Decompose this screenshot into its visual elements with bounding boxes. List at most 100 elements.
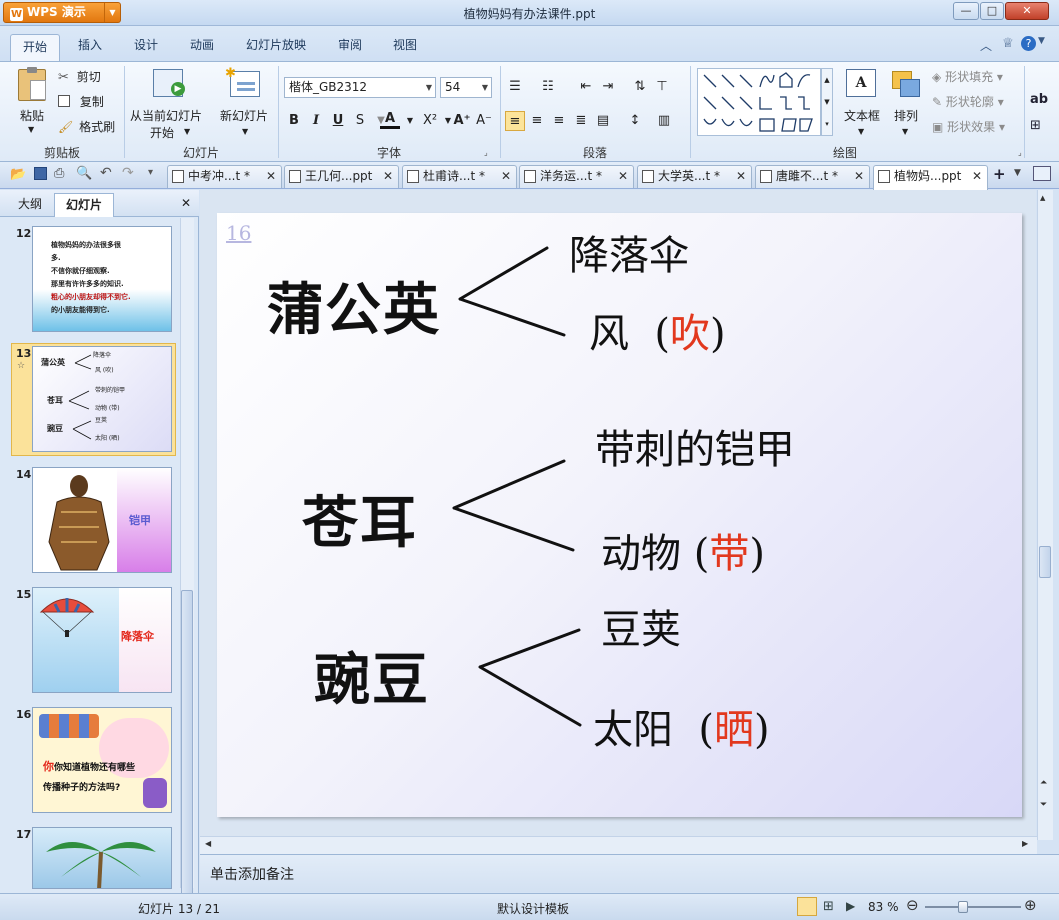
close-button[interactable]: ✕ bbox=[1005, 2, 1049, 20]
tab-home[interactable]: 开始 bbox=[10, 34, 60, 62]
collapse-ribbon-icon[interactable]: ︿ bbox=[980, 37, 992, 54]
horizontal-scrollbar[interactable]: ◀ ▶ bbox=[200, 836, 1037, 854]
window-layout-icon[interactable] bbox=[1033, 166, 1051, 181]
plant-name-dandelion[interactable]: 蒲公英 bbox=[267, 265, 441, 346]
doc-tab[interactable]: 唐雎不...t * ✕ bbox=[755, 165, 870, 188]
vertical-scrollbar[interactable]: ▲ ⏶ ⏷ bbox=[1037, 190, 1053, 840]
skin-icon[interactable]: ♕ bbox=[1002, 36, 1014, 51]
columns-icon[interactable]: ▥ bbox=[654, 111, 674, 131]
doc-tab[interactable]: 杜甫诗...t * ✕ bbox=[402, 165, 517, 188]
zoom-in-icon[interactable]: ⊕ bbox=[1024, 896, 1037, 914]
align-left-button[interactable]: ≡ bbox=[505, 111, 525, 131]
decrease-indent-icon[interactable]: ⇤ bbox=[576, 77, 596, 97]
slide-thumbnail[interactable]: 植物妈妈的办法很多很 多. 不信你就仔细观察. 那里有许许多多的知识. 粗心的小… bbox=[32, 226, 172, 332]
close-icon[interactable]: ✕ bbox=[383, 166, 393, 187]
zoom-slider[interactable] bbox=[925, 906, 1021, 908]
tab-review[interactable]: 审阅 bbox=[338, 36, 362, 53]
italic-button[interactable]: I bbox=[306, 111, 326, 131]
undo-icon[interactable]: ↶ bbox=[100, 165, 112, 181]
close-icon[interactable]: ✕ bbox=[736, 166, 746, 187]
font-name-combo[interactable]: 楷体_GB2312 ▼ bbox=[284, 77, 436, 98]
print-icon[interactable]: ⎙ bbox=[54, 166, 64, 181]
scrollbar-thumb[interactable] bbox=[181, 590, 193, 920]
shape-outline-button[interactable]: ✎ 形状轮廓 ▾ bbox=[932, 93, 1004, 110]
font-color-button[interactable]: A bbox=[380, 109, 400, 129]
method-item[interactable]: 动物 (带) bbox=[601, 521, 765, 579]
notes-placeholder[interactable]: 单击添加备注 bbox=[210, 864, 294, 884]
align-center-button[interactable]: ≡ bbox=[527, 111, 547, 131]
numbering-icon[interactable]: ☷ bbox=[538, 77, 558, 97]
method-item[interactable]: 降落伞 bbox=[569, 223, 689, 281]
customize-toolbar-icon[interactable]: ▾ bbox=[148, 167, 153, 178]
copy-button[interactable]: 复制 bbox=[58, 93, 104, 110]
slide[interactable]: 16 蒲公英 降落伞 风 (吹) 苍耳 带刺的铠甲 动物 (带) 豌豆 豆荚 太… bbox=[217, 213, 1022, 817]
close-icon[interactable]: ✕ bbox=[854, 166, 864, 187]
justify-button[interactable]: ≣ bbox=[571, 111, 591, 131]
superscript-button[interactable]: X² bbox=[420, 111, 440, 131]
grow-font-button[interactable]: A⁺ bbox=[452, 111, 472, 131]
zoom-slider-handle[interactable] bbox=[958, 901, 968, 913]
tab-design[interactable]: 设计 bbox=[134, 36, 158, 53]
tab-insert[interactable]: 插入 bbox=[78, 36, 102, 53]
tab-slides[interactable]: 幻灯片 bbox=[54, 193, 114, 217]
scroll-right-icon[interactable]: ▶ bbox=[1022, 839, 1028, 848]
tab-slideshow[interactable]: 幻灯片放映 bbox=[246, 36, 306, 53]
slide-thumbnail[interactable]: 你你知道植物还有哪些 传播种子的方法吗? bbox=[32, 707, 172, 813]
slide-thumbnail[interactable] bbox=[32, 827, 172, 889]
zoom-out-icon[interactable]: ⊖ bbox=[906, 896, 919, 914]
plant-name-pea[interactable]: 豌豆 bbox=[314, 635, 430, 716]
scroll-left-icon[interactable]: ◀ bbox=[205, 839, 211, 848]
new-tab-plus-icon[interactable]: + bbox=[993, 165, 1006, 183]
scrollbar-thumb[interactable] bbox=[1039, 546, 1051, 578]
method-item[interactable]: 太阳 (晒) bbox=[593, 697, 770, 755]
shrink-font-button[interactable]: A⁻ bbox=[474, 111, 494, 131]
shape-effect-button[interactable]: ▣ 形状效果 ▾ bbox=[932, 118, 1005, 135]
method-item[interactable]: 带刺的铠甲 bbox=[595, 417, 795, 475]
dialog-launcher-icon[interactable]: ⌟ bbox=[484, 148, 488, 157]
next-slide-icon[interactable]: ⏷ bbox=[1040, 800, 1047, 810]
previous-slide-icon[interactable]: ⏶ bbox=[1040, 778, 1047, 788]
minimize-button[interactable]: — bbox=[953, 2, 979, 20]
arrange-button[interactable]: 排列 ▼ bbox=[888, 67, 926, 141]
close-icon[interactable]: ✕ bbox=[618, 166, 628, 187]
more-tools-icon[interactable]: ⊞ bbox=[1030, 118, 1041, 133]
close-icon[interactable]: ✕ bbox=[501, 166, 511, 187]
shapes-gallery[interactable] bbox=[697, 68, 821, 136]
underline-button[interactable]: U bbox=[328, 111, 348, 131]
normal-view-icon[interactable] bbox=[797, 897, 817, 916]
slide-thumbnail[interactable]: 铠甲 bbox=[32, 467, 172, 573]
text-direction-icon[interactable]: ⇅ bbox=[630, 77, 650, 97]
format-painter-button[interactable]: 🖌 格式刷 bbox=[58, 118, 115, 135]
chevron-down-icon[interactable]: ▼ bbox=[1014, 168, 1021, 178]
redo-icon[interactable]: ↷ bbox=[122, 165, 134, 181]
doc-tab[interactable]: 中考冲...t * ✕ bbox=[167, 165, 282, 188]
chevron-down-icon[interactable]: ▼ bbox=[400, 111, 420, 131]
save-icon[interactable] bbox=[34, 167, 47, 180]
print-preview-icon[interactable]: 🔍 bbox=[76, 166, 92, 181]
plant-name-cocklebur[interactable]: 苍耳 bbox=[302, 478, 418, 559]
gallery-scroll[interactable]: ▲ ▼ ▾ bbox=[821, 68, 833, 136]
close-icon[interactable]: ✕ bbox=[181, 196, 191, 210]
doc-tab[interactable]: 洋务运...t * ✕ bbox=[519, 165, 634, 188]
notes-pane[interactable]: 单击添加备注 bbox=[200, 854, 1059, 892]
help-icon[interactable]: ? bbox=[1021, 36, 1036, 51]
tab-animation[interactable]: 动画 bbox=[190, 36, 214, 53]
play-from-current-button[interactable]: ▶ 从当前幻灯片 开始 ▼ bbox=[128, 67, 208, 141]
bullets-icon[interactable]: ☰ bbox=[505, 77, 525, 97]
align-right-button[interactable]: ≡ bbox=[549, 111, 569, 131]
doc-tab[interactable]: 大学英...t * ✕ bbox=[637, 165, 752, 188]
shape-fill-button[interactable]: ◈ 形状填充 ▾ bbox=[932, 68, 1003, 85]
increase-indent-icon[interactable]: ⇥ bbox=[598, 77, 618, 97]
slide-thumbnail-selected[interactable]: 蒲公英 降落伞 风 (吹) 苍耳 带刺的铠甲 动物 (带) 豌豆 豆荚 太阳 (… bbox=[32, 346, 172, 452]
slide-sorter-icon[interactable]: ⊞ bbox=[823, 899, 834, 914]
scroll-up-icon[interactable]: ▲ bbox=[1040, 194, 1045, 202]
slide-thumbnail[interactable]: 降落伞 bbox=[32, 587, 172, 693]
open-folder-icon[interactable]: 📂 bbox=[10, 167, 26, 182]
doc-tab-active[interactable]: 植物妈...ppt ✕ bbox=[873, 165, 988, 190]
paste-button[interactable]: 粘贴 ▼ bbox=[14, 67, 50, 137]
distribute-button[interactable]: ▤ bbox=[593, 111, 613, 131]
slideshow-icon[interactable]: ▶ bbox=[846, 899, 855, 913]
textbox-button[interactable]: A 文本框 ▼ bbox=[840, 67, 884, 141]
tab-outline[interactable]: 大纲 bbox=[8, 193, 52, 217]
chevron-down-icon[interactable]: ▼ bbox=[1038, 36, 1045, 46]
